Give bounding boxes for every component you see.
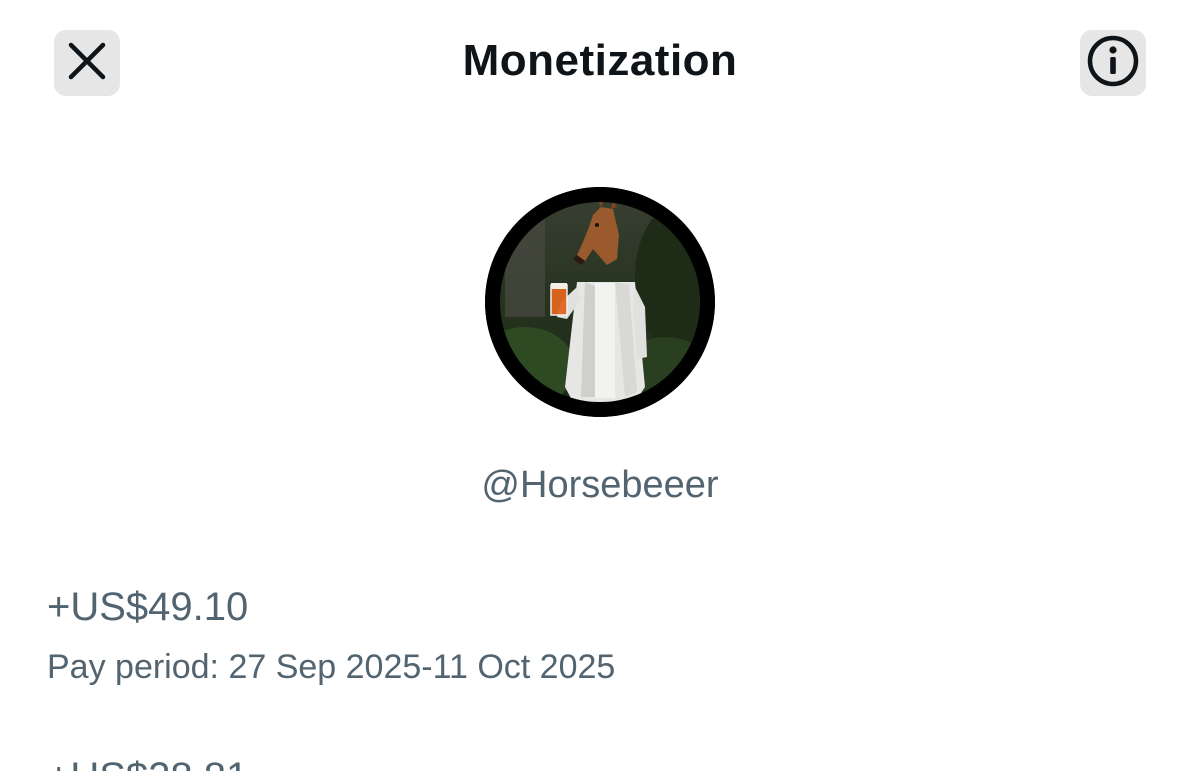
profile-avatar[interactable] [485, 187, 715, 417]
earning-amount: +US$49.10 [47, 585, 249, 629]
profile-handle: @Horsebeeer [481, 464, 719, 506]
pay-period: Pay period: 27 Sep 2025-11 Oct 2025 [47, 648, 616, 686]
earning-item[interactable]: +US$49.10 Pay period: 27 Sep 2025-11 Oct… [47, 585, 615, 687]
earning-amount: +US$28.81 [47, 755, 248, 771]
header-bar: Monetization [0, 0, 1200, 130]
info-button[interactable] [1080, 30, 1146, 96]
earning-item[interactable]: +US$28.81 [47, 755, 248, 771]
info-icon [1085, 33, 1141, 94]
page-title: Monetization [462, 36, 738, 85]
